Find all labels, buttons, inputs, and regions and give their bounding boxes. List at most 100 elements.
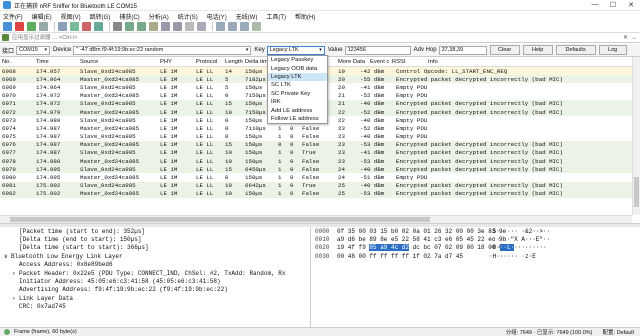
close-button[interactable]: ✕ (622, 1, 640, 9)
autoscroll-icon[interactable] (185, 22, 194, 31)
packet-row[interactable]: 6975 174.987 Slave_0xd24ca985 LE 1M LE LL 0 15… (0, 132, 632, 141)
device-select[interactable]: " -47 dBm f9:4f:19:9b:ec:22 random ▾ (73, 45, 252, 55)
expand-arrow-icon[interactable]: › (12, 270, 19, 277)
stop-capture-icon[interactable] (15, 22, 24, 31)
detail-line[interactable]: CRC: 0x7ad745 (0, 303, 310, 311)
column-header[interactable]: PHY (158, 59, 194, 65)
detail-line[interactable]: ∨ Bluetooth Low Energy Link Layer (0, 252, 310, 260)
shark-fin-icon[interactable] (3, 22, 12, 31)
column-header[interactable]: Length (223, 59, 243, 65)
column-header[interactable]: Protocol (194, 59, 223, 65)
column-header[interactable]: Source (78, 59, 158, 65)
clear-filter-icon[interactable]: ✕ (623, 34, 628, 41)
packet-row[interactable]: 6980 174.995 Master_0xd24ca985 LE 1M LE LL 0 1… (0, 173, 632, 182)
display-filter-input[interactable] (12, 33, 623, 42)
hex-line[interactable]: 0020 19 4f f9 85 a9 4c d2 dc bc 07 02 09 … (311, 244, 640, 252)
packet-row[interactable]: 6976 174.987 Master_0xd24ca985 LE 1M LE LL 15… (0, 140, 632, 149)
packet-row[interactable]: 6981 175.002 Slave_0xd24ca985 LE 1M LE LL 10 6… (0, 181, 632, 190)
key-option-selected[interactable]: Legacy LTK (268, 72, 327, 82)
hex-line[interactable]: 0030 00 48 00 ff ff ff ff 1f 02 7a d7 45 ·… (311, 252, 640, 260)
menu-edit[interactable]: 编辑(E) (32, 12, 52, 21)
menu-tools[interactable]: 工具(T) (266, 12, 286, 21)
help-button[interactable]: Help (522, 45, 553, 55)
zoom-in-icon[interactable] (216, 22, 225, 31)
close-file-icon[interactable] (82, 22, 91, 31)
detail-line[interactable]: Advertising Address: f9:4f:19:9b:ec:22 (… (0, 286, 310, 294)
key-option[interactable]: Legacy OOB data (268, 64, 327, 72)
expand-arrow-icon[interactable]: › (12, 295, 19, 302)
key-option[interactable]: SC LTK (268, 81, 327, 89)
menu-go[interactable]: 跳转(G) (90, 12, 111, 21)
detail-line[interactable]: [Packet time (start to end): 352µs] (0, 227, 310, 235)
detail-line[interactable]: [Delta time (start to start): 366µs] (0, 244, 310, 252)
first-packet-icon[interactable] (161, 22, 170, 31)
detail-line[interactable]: Access Address: 0x8e89bed6 (0, 261, 310, 269)
capture-options-icon[interactable] (39, 22, 48, 31)
packet-row[interactable]: 6979 174.995 Slave_0xd24ca985 LE 1M LE LL 15 6… (0, 165, 632, 174)
key-option[interactable]: Follow LE address (268, 115, 327, 123)
detail-line[interactable]: [Delta time (end to start): 150µs] (0, 235, 310, 243)
packet-row[interactable]: 6978 174.988 Master_0xd24ca985 LE 1M LE LL 10… (0, 157, 632, 166)
menu-view[interactable]: 视图(V) (61, 12, 81, 21)
clear-button[interactable]: Clear (489, 45, 520, 55)
log-button[interactable]: Log (598, 45, 627, 55)
packet-list-scrollbar[interactable] (632, 57, 640, 215)
key-select[interactable]: Legacy LTK ▾ (266, 45, 325, 55)
restart-capture-icon[interactable] (27, 22, 36, 31)
key-option[interactable]: IRK (268, 98, 327, 106)
key-option[interactable]: Legacy Passkey (268, 56, 327, 64)
go-back-icon[interactable] (125, 22, 134, 31)
menu-telephony[interactable]: 电话(Y) (207, 12, 227, 21)
menu-capture[interactable]: 捕获(C) (119, 12, 139, 21)
packet-row[interactable]: 6977 174.987 Slave_0xd24ca985 LE 1M LE LL 10 1… (0, 148, 632, 158)
column-header[interactable]: More Data (336, 59, 368, 65)
column-header[interactable]: Event c (368, 59, 390, 65)
menu-help[interactable]: 帮助(H) (295, 12, 315, 21)
open-file-icon[interactable] (58, 22, 67, 31)
detail-line[interactable] (0, 319, 310, 327)
bookmark-icon[interactable] (2, 34, 9, 41)
packet-list-hscrollbar[interactable] (0, 215, 632, 223)
resize-columns-icon[interactable] (252, 22, 261, 31)
column-header[interactable]: RSSI (390, 59, 426, 65)
adv-hop-input[interactable]: 37,38,39 (438, 45, 487, 55)
packet-cell: 20 (338, 83, 345, 91)
column-header[interactable]: Info (426, 59, 632, 65)
menu-statistics[interactable]: 统计(S) (178, 12, 198, 21)
menu-analyze[interactable]: 分析(A) (149, 12, 169, 21)
menu-wireless[interactable]: 无线(W) (236, 12, 258, 21)
packet-cell: 1 (278, 165, 282, 173)
scrollbar-thumb[interactable] (10, 217, 430, 222)
find-packet-icon[interactable] (113, 22, 122, 31)
colorize-icon[interactable] (197, 22, 206, 31)
interface-select[interactable]: COM15 ▾ (16, 45, 51, 55)
hex-line[interactable]: 0010 a9 d6 be 89 8e e5 22 58 41 c3 e6 05 … (311, 235, 640, 243)
detail-line[interactable]: › Link Layer Data (0, 294, 310, 302)
apply-filter-icon[interactable]: → (631, 35, 637, 41)
column-header[interactable]: No. (0, 59, 34, 65)
scrollbar-thumb[interactable] (634, 177, 639, 207)
save-file-icon[interactable] (70, 22, 79, 31)
detail-line[interactable] (0, 311, 310, 319)
zoom-out-icon[interactable] (228, 22, 237, 31)
defaults-button[interactable]: Defaults (555, 45, 596, 55)
key-option[interactable]: Add LE address (268, 106, 327, 114)
detail-line[interactable]: › Packet Header: 0x22e5 (PDU Type: CONNEC… (0, 269, 310, 277)
packet-row[interactable]: 6982 175.002 Master_0xd24ca985 LE 1M LE LL 10… (0, 189, 632, 198)
detail-line[interactable]: Initiator Address: 45:05:e6:c3:41:58 (45… (0, 277, 310, 285)
key-option[interactable]: SC Private Key (268, 90, 327, 98)
minimize-button[interactable]: — (586, 1, 604, 9)
go-forward-icon[interactable] (137, 22, 146, 31)
zoom-reset-icon[interactable] (240, 22, 249, 31)
menu-file[interactable]: 文件(F) (3, 12, 23, 21)
go-to-packet-icon[interactable] (149, 22, 158, 31)
value-input[interactable]: 123456 (344, 45, 411, 55)
maximize-button[interactable]: ☐ (604, 1, 622, 9)
status-profile[interactable]: 配置: Default (603, 328, 634, 336)
reload-icon[interactable] (94, 22, 103, 31)
column-header[interactable]: Time (34, 59, 78, 65)
packet-row[interactable]: 6974 174.987 Master_0xd24ca985 LE 1M LE LL 0 7… (0, 124, 632, 133)
hex-line[interactable]: 0000 0f 35 00 03 15 b0 02 0a 01 26 32 00 … (311, 227, 640, 235)
expand-arrow-icon[interactable]: ∨ (4, 253, 11, 260)
last-packet-icon[interactable] (173, 22, 182, 31)
